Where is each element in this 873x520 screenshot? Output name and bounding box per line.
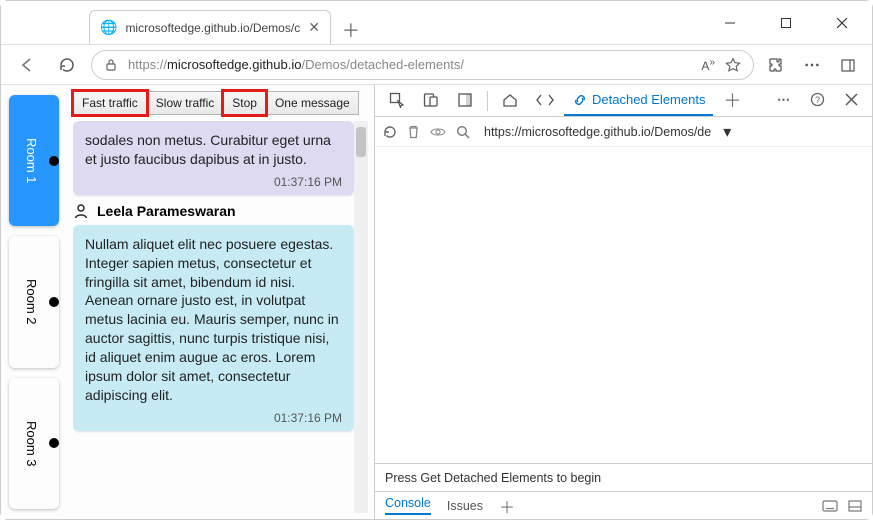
tab-detached-elements[interactable]: Detached Elements: [564, 86, 713, 116]
avatar-icon: [73, 203, 89, 219]
message-bubble: Nullam aliquet elit nec posuere egestas.…: [73, 225, 354, 431]
room-tab-2[interactable]: Room 2: [9, 236, 59, 367]
content-split: Room 1 Room 2 Room 3 Fast traffic Slow t…: [1, 85, 872, 519]
close-window-button[interactable]: [820, 8, 864, 38]
more-tools-button[interactable]: ⋯: [769, 86, 798, 116]
refresh-button[interactable]: [51, 49, 83, 81]
browser-toolbar: https://microsoftedge.github.io/Demos/de…: [1, 45, 872, 85]
help-button[interactable]: ?: [802, 86, 833, 116]
message-time: 01:37:16 PM: [85, 175, 342, 189]
detached-toolbar: https://microsoftedge.github.io/Demos/de…: [375, 117, 872, 147]
page-content: Room 1 Room 2 Room 3 Fast traffic Slow t…: [1, 85, 374, 519]
drawer-tab-issues[interactable]: Issues: [447, 499, 483, 513]
browser-tab-strip: 🌐 microsoftedge.github.io/Demos/c ✕ ＋: [9, 10, 708, 44]
tab-add[interactable]: ＋: [715, 86, 749, 116]
message-author: Leela Parameswaran: [73, 203, 354, 219]
refresh-icon[interactable]: [383, 125, 397, 139]
trash-icon[interactable]: [407, 125, 420, 139]
eye-icon[interactable]: [430, 126, 446, 138]
lock-icon: [104, 58, 118, 72]
one-message-button[interactable]: One message: [266, 91, 359, 115]
chevron-down-icon[interactable]: ▾: [723, 122, 731, 142]
room-label: Room 1: [24, 138, 39, 184]
globe-icon: 🌐: [100, 19, 117, 36]
message-text: Nullam aliquet elit nec posuere egestas.…: [85, 235, 342, 405]
dot-icon: [49, 297, 59, 307]
devtools-tab-bar: Detached Elements ＋ ⋯ ?: [375, 85, 872, 117]
devtools-url: https://microsoftedge.github.io/Demos/de: [484, 125, 711, 139]
drawer-add[interactable]: ＋: [499, 494, 515, 518]
tab-welcome[interactable]: [494, 86, 526, 116]
drawer-tab-console[interactable]: Console: [385, 496, 431, 515]
browser-tab-active[interactable]: 🌐 microsoftedge.github.io/Demos/c ✕: [89, 10, 331, 44]
dot-icon: [49, 156, 59, 166]
back-button[interactable]: [11, 49, 43, 81]
tab-title: microsoftedge.github.io/Demos/c: [125, 21, 300, 35]
scrollbar-thumb[interactable]: [356, 127, 366, 157]
devtools-status-bar: Press Get Detached Elements to begin: [375, 463, 872, 491]
close-devtools-button[interactable]: [837, 86, 866, 116]
minimize-button[interactable]: [708, 8, 752, 38]
maximize-button[interactable]: [764, 8, 808, 38]
room-label: Room 2: [24, 279, 39, 325]
search-icon[interactable]: [456, 125, 470, 139]
traffic-toolbar: Fast traffic Slow traffic Stop One messa…: [73, 91, 368, 115]
window-titlebar: 🌐 microsoftedge.github.io/Demos/c ✕ ＋: [1, 1, 872, 45]
tab-elements[interactable]: [528, 86, 562, 116]
room-list: Room 1 Room 2 Room 3: [1, 85, 67, 519]
message-list: sodales non metus. Curabitur eget urna e…: [73, 121, 368, 513]
url-text: https://microsoftedge.github.io/Demos/de…: [128, 57, 691, 72]
room-tab-3[interactable]: Room 3: [9, 378, 59, 509]
message-time: 01:37:16 PM: [85, 411, 342, 425]
close-icon[interactable]: ✕: [308, 19, 320, 36]
status-text: Press Get Detached Elements to begin: [385, 471, 601, 485]
room-label: Room 3: [24, 421, 39, 467]
message-bubble: sodales non metus. Curabitur eget urna e…: [73, 121, 354, 195]
devtools-panel: Detached Elements ＋ ⋯ ?: [374, 85, 872, 519]
slow-traffic-button[interactable]: Slow traffic: [147, 91, 223, 115]
extensions-button[interactable]: [762, 51, 790, 79]
new-tab-button[interactable]: ＋: [337, 16, 365, 44]
favorite-icon[interactable]: [725, 57, 741, 73]
keyboard-icon[interactable]: [822, 500, 838, 512]
dot-icon: [49, 438, 59, 448]
more-button[interactable]: ⋯: [798, 51, 826, 79]
svg-text:?: ?: [815, 95, 820, 105]
chat-panel: Fast traffic Slow traffic Stop One messa…: [67, 85, 374, 519]
read-aloud-icon[interactable]: A»: [701, 57, 715, 73]
inspect-button[interactable]: [381, 86, 413, 116]
room-tab-1[interactable]: Room 1: [9, 95, 59, 226]
tab-label: Detached Elements: [592, 92, 705, 107]
fast-traffic-button[interactable]: Fast traffic: [73, 91, 147, 115]
scrollbar-track[interactable]: [354, 121, 368, 513]
device-emulation-button[interactable]: [415, 86, 447, 116]
devtools-drawer: Console Issues ＋: [375, 491, 872, 519]
window-controls: [708, 8, 864, 38]
devtools-body: [375, 147, 872, 463]
address-bar[interactable]: https://microsoftedge.github.io/Demos/de…: [91, 50, 754, 80]
author-name: Leela Parameswaran: [97, 203, 236, 219]
dock-side-icon[interactable]: [848, 500, 862, 512]
collections-button[interactable]: [834, 51, 862, 79]
message-text: sodales non metus. Curabitur eget urna e…: [85, 131, 342, 169]
dock-button[interactable]: [449, 86, 481, 116]
stop-button[interactable]: Stop: [223, 91, 266, 115]
